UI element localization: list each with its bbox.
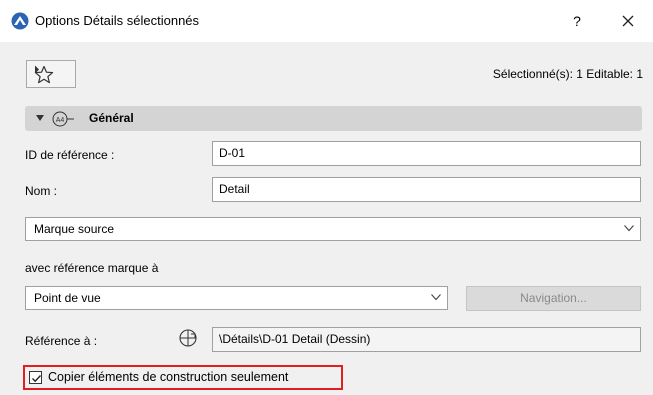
name-label: Nom : xyxy=(25,184,58,198)
copy-construction-checkbox[interactable] xyxy=(29,371,42,384)
marker-type-dropdown[interactable]: Marque source xyxy=(25,217,641,241)
drawing-reference-icon xyxy=(179,329,197,347)
close-button[interactable] xyxy=(617,10,639,32)
archicad-icon xyxy=(11,12,29,30)
selection-info: Sélectionné(s): 1 Editable: 1 xyxy=(492,67,643,81)
close-icon xyxy=(622,15,634,27)
collapse-triangle-icon xyxy=(36,115,44,121)
ref-id-field[interactable]: D-01 xyxy=(212,141,641,166)
section-header-general[interactable]: A4 Général xyxy=(25,106,642,131)
marker-type-value: Marque source xyxy=(34,222,115,236)
reference-path-field: \Détails\D-01 Detail (Dessin) xyxy=(212,327,641,352)
title-bar: Options Détails sélectionnés ? xyxy=(0,0,653,42)
dialog-content: Sélectionné(s): 1 Editable: 1 A4 Général… xyxy=(0,42,653,395)
navigation-button[interactable]: Navigation... xyxy=(466,286,641,311)
help-button[interactable]: ? xyxy=(566,10,588,32)
detail-marker-a4-icon: A4 xyxy=(52,111,74,127)
ref-id-label: ID de référence : xyxy=(25,148,115,162)
favorites-button[interactable] xyxy=(26,60,76,88)
name-field[interactable]: Detail xyxy=(212,177,641,202)
svg-text:A4: A4 xyxy=(56,117,65,124)
checkmark-icon xyxy=(32,375,42,383)
chevron-down-icon xyxy=(431,294,441,301)
viewpoint-value: Point de vue xyxy=(34,291,101,305)
copy-construction-checkbox-row[interactable]: Copier éléments de construction seulemen… xyxy=(23,365,343,390)
viewpoint-dropdown[interactable]: Point de vue xyxy=(25,286,448,310)
section-title: Général xyxy=(89,111,134,125)
copy-construction-label: Copier éléments de construction seulemen… xyxy=(48,370,289,384)
window-title: Options Détails sélectionnés xyxy=(35,13,200,28)
reference-label: Référence à : xyxy=(25,334,98,348)
marker-ref-label: avec référence marque à xyxy=(25,261,159,275)
caret-right-icon xyxy=(35,65,39,74)
chevron-down-icon xyxy=(624,225,634,232)
